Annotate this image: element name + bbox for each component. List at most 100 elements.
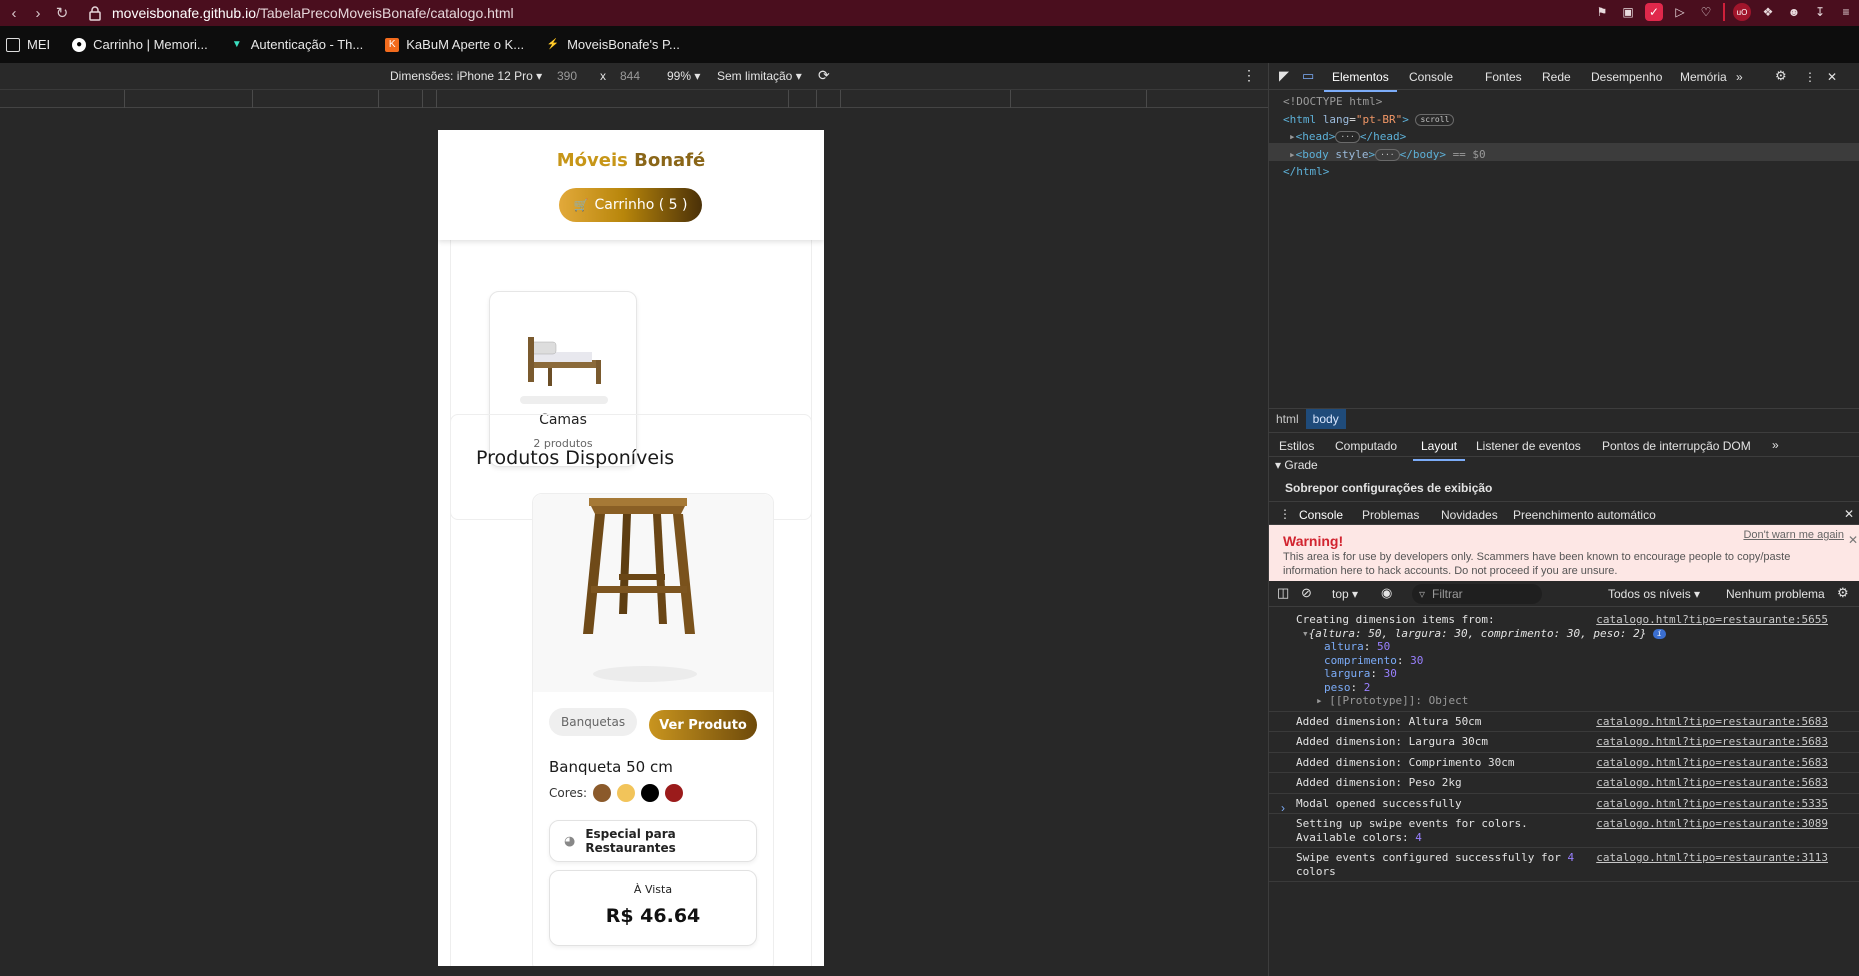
console-filter-input[interactable]: ▿ Filtrar — [1412, 584, 1542, 604]
play-icon[interactable]: ▷ — [1671, 3, 1689, 21]
bookmark-mei[interactable]: MEI — [6, 37, 50, 52]
device-select[interactable]: Dimensões: iPhone 12 Pro ▾ — [390, 69, 542, 83]
bookmark-carrinho[interactable]: ● Carrinho | Memori... — [72, 37, 208, 52]
dom-head[interactable]: ▸<head> ··· </head> — [1283, 128, 1486, 146]
dom-html-close[interactable]: </html> — [1283, 163, 1486, 181]
zoom-select[interactable]: 99% ▾ — [667, 69, 700, 83]
more-tabs-icon[interactable]: » — [1736, 70, 1743, 84]
category-divider — [520, 396, 608, 404]
color-swatch[interactable] — [641, 784, 660, 802]
back-icon[interactable]: ‹ — [4, 3, 24, 23]
site-brand[interactable]: Móveis Bonafé — [438, 150, 824, 171]
console-prompt[interactable]: › — [1281, 801, 1285, 815]
log-source-link[interactable]: catalogo.html?tipo=restaurante:3089 — [1596, 817, 1828, 831]
scroll-badge[interactable]: scroll — [1415, 113, 1455, 126]
object-summary[interactable]: ▾{altura: 50, largura: 30, comprimento: … — [1296, 627, 1859, 641]
warning-text: This area is for use by developers only.… — [1283, 551, 1791, 577]
tab-performance[interactable]: Desempenho — [1591, 70, 1662, 84]
object-prototype[interactable]: ▸ [[Prototype]]: Object — [1296, 694, 1859, 708]
dom-doctype[interactable]: <!DOCTYPE html> — [1283, 93, 1486, 111]
filter-icon: ▿ — [1419, 587, 1426, 601]
clear-console-icon[interactable]: ⊘ — [1301, 585, 1312, 601]
subtab-computed[interactable]: Computado — [1335, 439, 1397, 453]
tab-sources[interactable]: Fontes — [1485, 70, 1522, 84]
subtab-dom-breakpoints[interactable]: Pontos de interrupção DOM — [1602, 439, 1751, 453]
grid-header[interactable]: ▾ Grade — [1275, 458, 1318, 472]
tab-elements[interactable]: Elementos — [1324, 70, 1397, 92]
console-settings-icon[interactable]: ⚙ — [1837, 585, 1849, 601]
close-drawer-icon[interactable]: ✕ — [1844, 507, 1854, 521]
kebab-icon[interactable]: ⋮ — [1804, 70, 1816, 84]
sidebar-toggle-icon[interactable]: ◫ — [1277, 585, 1289, 601]
subtab-styles[interactable]: Estilos — [1279, 439, 1314, 453]
bookmark-autenticacao[interactable]: ▼ Autenticação - Th... — [230, 37, 363, 52]
color-swatch[interactable] — [593, 784, 612, 802]
pocket-icon[interactable]: ✓ — [1645, 3, 1663, 21]
tab-memory[interactable]: Memória — [1680, 70, 1727, 84]
dont-warn-link[interactable]: Don't warn me again — [1743, 529, 1844, 541]
drawer-tab-autofill[interactable]: Preenchimento automático — [1513, 508, 1656, 522]
folder-icon — [6, 37, 20, 52]
rotate-icon[interactable]: ⟳ — [818, 67, 830, 84]
self-xss-warning: Warning! This area is for use by develop… — [1269, 525, 1859, 581]
width-input[interactable]: 390 — [557, 69, 577, 83]
log-source-link[interactable]: catalogo.html?tipo=restaurante:3113 — [1596, 851, 1828, 865]
warning-close-icon[interactable]: ✕ — [1848, 533, 1858, 547]
more-options-icon[interactable]: ⋮ — [1242, 67, 1256, 84]
context-select[interactable]: top ▾ — [1332, 587, 1358, 601]
device-mode-icon[interactable]: ▭ — [1302, 68, 1314, 84]
throttle-select[interactable]: Sem limitação ▾ — [717, 69, 802, 83]
dom-html[interactable]: <html lang="pt-BR"> scroll — [1283, 111, 1486, 129]
drawer-tab-whats-new[interactable]: Novidades — [1441, 508, 1498, 522]
color-swatch[interactable] — [617, 784, 636, 802]
log-entry: Swipe events configured successfully for… — [1269, 848, 1859, 882]
height-input[interactable]: 844 — [620, 69, 640, 83]
forward-icon[interactable]: › — [28, 3, 48, 23]
log-source-link[interactable]: catalogo.html?tipo=restaurante:5683 — [1596, 715, 1828, 729]
download-icon[interactable]: ↧ — [1811, 3, 1829, 21]
puzzle-icon[interactable]: ❖ — [1759, 3, 1777, 21]
tab-network[interactable]: Rede — [1542, 70, 1571, 84]
view-product-button[interactable]: Ver Produto — [649, 710, 757, 740]
log-source-link[interactable]: catalogo.html?tipo=restaurante:5683 — [1596, 735, 1828, 749]
ublock-icon[interactable]: uO — [1733, 3, 1751, 21]
subtab-layout[interactable]: Layout — [1412, 439, 1466, 461]
drawer-menu-icon[interactable]: ⋮ — [1279, 507, 1291, 521]
bookmark-moveisbonafe[interactable]: ⚡ MoveisBonafe's P... — [546, 37, 680, 52]
settings-icon[interactable]: ⚙ — [1775, 68, 1787, 84]
screenshot-icon[interactable]: ▣ — [1619, 3, 1637, 21]
plate-icon: ◕ — [564, 833, 576, 849]
bolt-icon: ⚡ — [546, 39, 560, 50]
log-source-link[interactable]: catalogo.html?tipo=restaurante:5683 — [1596, 776, 1828, 790]
drawer-tab-console[interactable]: Console — [1290, 508, 1352, 530]
issues-count[interactable]: Nenhum problema — [1726, 587, 1825, 601]
address-bar[interactable]: moveisbonafe.github.io/TabelaPrecoMoveis… — [88, 2, 1588, 24]
reload-icon[interactable]: ↻ — [52, 3, 72, 23]
dom-body[interactable]: ▸<body style> ··· </body> == $0 — [1283, 146, 1486, 164]
inspect-icon[interactable]: ◤ — [1279, 68, 1289, 84]
drawer-tab-issues[interactable]: Problemas — [1362, 508, 1419, 522]
log-source-link[interactable]: catalogo.html?tipo=restaurante:5683 — [1596, 756, 1828, 770]
breadcrumb-html[interactable]: html — [1269, 409, 1306, 429]
product-image[interactable] — [533, 494, 773, 692]
breadcrumb-body[interactable]: body — [1305, 408, 1346, 429]
bookmarks-bar: MEI ● Carrinho | Memori... ▼ Autenticação … — [0, 26, 1859, 63]
bookmark-kabum[interactable]: K KaBuM Aperte o K... — [385, 37, 524, 52]
tab-console[interactable]: Console — [1409, 70, 1453, 84]
log-source-link[interactable]: catalogo.html?tipo=restaurante:5335 — [1596, 797, 1828, 811]
vercel-icon: ▼ — [231, 39, 242, 50]
profile-icon[interactable]: ☻ — [1785, 3, 1803, 21]
eye-icon[interactable]: ◉ — [1381, 585, 1392, 601]
close-devtools-icon[interactable]: ✕ — [1827, 70, 1837, 84]
log-source-link[interactable]: catalogo.html?tipo=restaurante:5655 — [1596, 613, 1828, 627]
subtab-event-listeners[interactable]: Listener de eventos — [1476, 439, 1581, 453]
warning-title: Warning! — [1283, 533, 1344, 549]
more-subtabs-icon[interactable]: » — [1772, 438, 1779, 452]
log-entry: Added dimension: Largura 30cm catalogo.ht… — [1269, 732, 1859, 753]
log-levels-select[interactable]: Todos os níveis ▾ — [1608, 587, 1700, 601]
color-swatch[interactable] — [665, 784, 684, 802]
heart-icon[interactable]: ♡ — [1697, 3, 1715, 21]
cart-button[interactable]: 🛒 Carrinho ( 5 ) — [559, 188, 702, 222]
pin-icon[interactable]: ⚑ — [1593, 3, 1611, 21]
menu-icon[interactable]: ≡ — [1837, 3, 1855, 21]
